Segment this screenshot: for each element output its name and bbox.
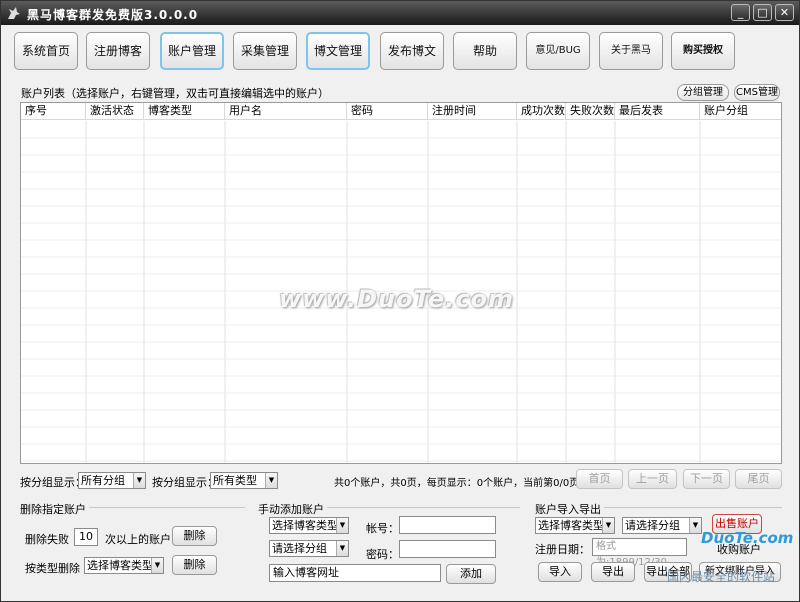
nav-help-button[interactable]: 帮助 — [453, 32, 517, 70]
nav-home-button[interactable]: 系统首页 — [14, 32, 78, 70]
password-label: 密码： — [366, 548, 399, 561]
group-manage-button[interactable]: 分组管理 — [677, 84, 729, 101]
delete-by-type-label: 按类型删除 — [25, 562, 80, 575]
add-account-button[interactable]: 添加 — [446, 564, 496, 584]
type-filter-select[interactable]: 所有类型 ▼ — [210, 472, 278, 489]
account-label: 帐号： — [366, 522, 399, 535]
password-input[interactable] — [399, 540, 496, 558]
account-table[interactable]: 序号 激活状态 博客类型 用户名 密码 注册时间 成功次数 失败次数 最后发表 … — [20, 102, 782, 464]
import-group-select[interactable]: 请选择分组 ▼ — [622, 517, 702, 534]
group-filter-select[interactable]: 所有分组 ▼ — [78, 472, 146, 489]
import-group-value: 请选择分组 — [625, 519, 680, 532]
group-filter-value: 所有分组 — [81, 474, 125, 487]
account-input[interactable] — [399, 516, 496, 534]
delete-fail-label: 删除失败 — [25, 533, 69, 546]
nav-register-blog-button[interactable]: 注册博客 — [86, 32, 150, 70]
first-page-button[interactable]: 首页 — [576, 469, 623, 489]
import-export-title: 账户导入导出 — [535, 501, 604, 517]
delete-group-title: 删除指定账户 — [20, 501, 89, 517]
col-index[interactable]: 序号 — [21, 103, 86, 120]
nav-account-manage-button[interactable]: 账户管理 — [160, 32, 224, 70]
chevron-down-icon: ▼ — [336, 541, 348, 556]
col-success-count[interactable]: 成功次数 — [517, 103, 566, 120]
col-username[interactable]: 用户名 — [225, 103, 347, 120]
col-active-status[interactable]: 激活状态 — [86, 103, 144, 120]
col-blog-type[interactable]: 博客类型 — [144, 103, 225, 120]
title-bar: 黑马博客群发免费版3.0.0.0 _ □ ✕ — [1, 1, 799, 25]
import-type-value: 选择博客类型 — [538, 519, 604, 532]
next-page-button[interactable]: 下一页 — [683, 469, 730, 489]
nav-about-button[interactable]: 关于黑马 — [599, 32, 663, 70]
nav-collect-manage-button[interactable]: 采集管理 — [233, 32, 297, 70]
paging-status: 共0个账户，共0页，每页显示：0个账户，当前第0/0页 — [334, 478, 580, 489]
manual-type-value: 选择博客类型 — [272, 519, 338, 532]
watermark-text: www.DuoTe.com — [279, 285, 514, 313]
cms-manage-button[interactable]: CMS管理 — [734, 84, 780, 101]
group-filter-label: 按分组显示： — [20, 476, 86, 489]
type-filter-label: 按分组显示： — [152, 476, 218, 489]
nav-feedback-button[interactable]: 意见/BUG — [526, 32, 590, 70]
delete-fail-suffix: 次以上的账户 — [105, 533, 171, 546]
col-last-post[interactable]: 最后发表 — [615, 103, 700, 120]
chevron-down-icon: ▼ — [689, 518, 701, 533]
horse-logo-icon — [8, 7, 20, 19]
app-window: 黑马博客群发免费版3.0.0.0 _ □ ✕ 系统首页 注册博客 账户管理 采集… — [0, 0, 800, 602]
close-button[interactable]: ✕ — [775, 4, 794, 21]
nav-post-manage-button[interactable]: 博文管理 — [306, 32, 370, 70]
import-type-select[interactable]: 选择博客类型 ▼ — [535, 517, 615, 534]
register-date-input[interactable]: 格式为:1899/12/30 — [592, 538, 687, 568]
chevron-down-icon: ▼ — [151, 558, 163, 573]
register-date-label: 注册日期： — [535, 543, 590, 556]
minimize-button[interactable]: _ — [731, 4, 750, 21]
type-filter-value: 所有类型 — [213, 474, 257, 487]
chevron-down-icon: ▼ — [265, 473, 277, 488]
manual-group-value: 请选择分组 — [272, 542, 327, 555]
col-account-group[interactable]: 账户分组 — [700, 103, 781, 120]
import-button[interactable]: 导入 — [538, 562, 582, 582]
col-register-time[interactable]: 注册时间 — [428, 103, 517, 120]
delete-type-value: 选择博客类型 — [87, 559, 153, 572]
delete-by-type-button[interactable]: 删除 — [172, 555, 217, 575]
manual-add-title: 手动添加账户 — [258, 501, 327, 517]
nav-publish-post-button[interactable]: 发布博文 — [380, 32, 444, 70]
delete-by-fail-button[interactable]: 删除 — [172, 526, 217, 546]
export-button[interactable]: 导出 — [591, 562, 635, 582]
col-fail-count[interactable]: 失败次数 — [566, 103, 615, 120]
corner-watermark: DuoTe.com — [701, 529, 794, 547]
last-page-button[interactable]: 尾页 — [735, 469, 782, 489]
chevron-down-icon: ▼ — [133, 473, 145, 488]
nav-buy-license-button[interactable]: 购买授权 — [671, 32, 735, 70]
col-password[interactable]: 密码 — [347, 103, 428, 120]
delete-type-select[interactable]: 选择博客类型 ▼ — [84, 557, 164, 574]
maximize-button[interactable]: □ — [753, 4, 772, 21]
manual-group-select[interactable]: 请选择分组 ▼ — [269, 540, 349, 557]
corner-watermark-slogan: 国内最安全的软件站 — [667, 570, 776, 584]
fail-count-input[interactable]: 10 — [74, 528, 98, 546]
account-list-caption: 账户列表（选择账户，右键管理，双击可直接编辑选中的账户） — [21, 87, 329, 100]
manual-type-select[interactable]: 选择博客类型 ▼ — [269, 517, 349, 534]
table-header: 序号 激活状态 博客类型 用户名 密码 注册时间 成功次数 失败次数 最后发表 … — [21, 103, 781, 120]
blog-url-input[interactable]: 输入博客网址 — [269, 564, 441, 582]
chevron-down-icon: ▼ — [602, 518, 614, 533]
prev-page-button[interactable]: 上一页 — [628, 469, 677, 489]
chevron-down-icon: ▼ — [336, 518, 348, 533]
window-title: 黑马博客群发免费版3.0.0.0 — [27, 8, 199, 22]
